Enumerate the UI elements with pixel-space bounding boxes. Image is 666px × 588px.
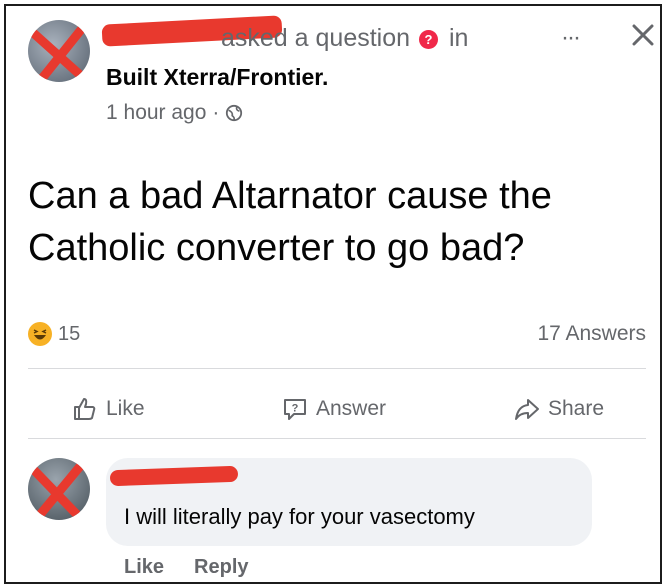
- answers-count-link[interactable]: 17 Answers: [537, 322, 646, 346]
- post-actions-bar: Like ? Answer Share: [6, 384, 660, 434]
- answer-button[interactable]: ? Answer: [282, 384, 386, 434]
- comment-reply-button[interactable]: Reply: [194, 556, 248, 579]
- svg-text:?: ?: [292, 403, 299, 415]
- post-meta: 1 hour ago ·: [106, 101, 243, 125]
- globe-icon: [226, 104, 243, 122]
- like-icon: [74, 398, 96, 420]
- comment-actions: Like Reply: [124, 556, 249, 579]
- reaction-count: 15: [58, 322, 81, 345]
- answer-icon: ?: [284, 399, 306, 420]
- divider: [28, 438, 646, 439]
- commenter-name-redaction: [109, 465, 239, 487]
- like-button[interactable]: Like: [72, 384, 145, 434]
- share-button[interactable]: Share: [514, 384, 604, 434]
- redaction-scribble-icon: [28, 459, 89, 520]
- share-label: Share: [548, 397, 605, 420]
- more-options-button[interactable]: ···: [561, 24, 581, 52]
- question-badge-icon: ?: [418, 30, 438, 49]
- post-header: asked a question ? in Built Xterra/Front…: [6, 6, 660, 136]
- post-header-line: asked a question ? in: [221, 24, 468, 53]
- meta-separator: ·: [212, 101, 220, 124]
- author-avatar[interactable]: [28, 20, 90, 82]
- group-name-link[interactable]: Built Xterra/Frontier.: [106, 64, 328, 91]
- post-timestamp[interactable]: 1 hour ago: [106, 101, 206, 125]
- question-text: Can a bad Altarnator cause the Catholic …: [28, 175, 552, 269]
- answer-label: Answer: [316, 397, 387, 420]
- redaction-scribble-icon: [28, 21, 90, 82]
- in-text: in: [448, 24, 469, 52]
- comment-like-button[interactable]: Like: [124, 556, 164, 579]
- divider: [28, 368, 646, 369]
- asked-question-text: asked a question: [221, 24, 411, 52]
- like-label: Like: [106, 397, 145, 420]
- reaction-summary[interactable]: 15: [28, 322, 80, 346]
- haha-reaction-icon: [28, 322, 52, 346]
- share-icon: [515, 399, 539, 420]
- close-icon[interactable]: [628, 20, 658, 50]
- commenter-avatar[interactable]: [28, 458, 90, 520]
- comment: I will literally pay for your vasectomy …: [6, 446, 660, 586]
- post-card: asked a question ? in Built Xterra/Front…: [4, 4, 662, 584]
- comment-bubble: I will literally pay for your vasectomy: [106, 458, 592, 546]
- comment-text: I will literally pay for your vasectomy: [124, 504, 475, 529]
